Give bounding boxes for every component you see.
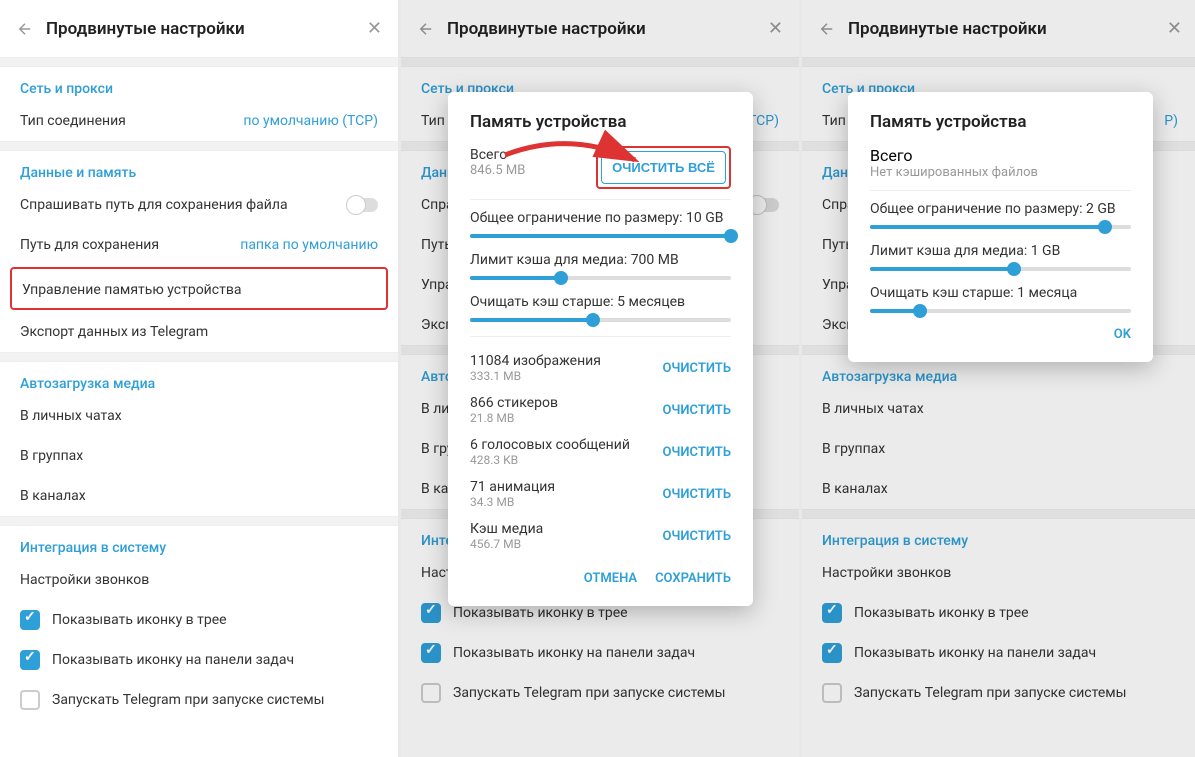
limit-size-label: Общее ограничение по размеру: 10 GB — [470, 210, 731, 226]
close-icon[interactable]: ✕ — [768, 18, 783, 39]
category-row: 6 голосовых сообщений428.3 KB ОЧИСТИТЬ — [470, 431, 731, 473]
storage-modal-empty: Память устройства Всего Нет кэшированных… — [848, 92, 1153, 362]
connection-type-value: по умолчанию (TCP) — [243, 113, 378, 129]
media-channels-row[interactable]: В каналах — [0, 476, 398, 516]
tray-checkbox[interactable] — [20, 610, 40, 630]
clear-button[interactable]: ОЧИСТИТЬ — [662, 445, 731, 460]
limit-age-slider[interactable] — [470, 318, 731, 322]
manage-memory-label: Управление памятью устройства — [22, 282, 241, 298]
manage-memory-row[interactable]: Управление памятью устройства — [10, 267, 388, 310]
limit-size-slider[interactable] — [470, 234, 731, 238]
category-size: 428.3 KB — [470, 453, 630, 467]
media-pm-row[interactable]: В личных чатах — [0, 396, 398, 436]
limit-media-label: Лимит кэша для медиа: 1 GB — [870, 243, 1131, 259]
category-size: 34.3 MB — [470, 495, 555, 509]
section-network: Сеть и прокси — [0, 67, 398, 101]
save-button[interactable]: СОХРАНИТЬ — [655, 571, 731, 586]
limit-media-slider[interactable] — [470, 276, 731, 280]
save-path-label: Путь для сохранения — [20, 237, 240, 253]
ask-path-label: Спрашивать путь для сохранения файла — [20, 197, 348, 213]
page-title: Продвинутые настройки — [46, 19, 367, 39]
category-size: 333.1 MB — [470, 369, 601, 383]
ask-path-toggle[interactable] — [348, 198, 378, 212]
page-title: Продвинутые настройки — [848, 19, 1167, 39]
category-label: 11084 изображения — [470, 353, 601, 369]
section-media: Автозагрузка медиа — [0, 362, 398, 396]
tray-row[interactable]: Показывать иконку в трее — [0, 600, 398, 640]
category-row: 866 стикеров21.8 MB ОЧИСТИТЬ — [470, 389, 731, 431]
back-icon[interactable] — [818, 20, 848, 38]
category-label: 6 голосовых сообщений — [470, 437, 630, 453]
ok-button[interactable]: OK — [1114, 327, 1131, 342]
page-title: Продвинутые настройки — [447, 19, 768, 39]
annotation-arrow — [500, 120, 650, 190]
category-size: 21.8 MB — [470, 411, 558, 425]
limit-age-slider[interactable] — [870, 309, 1131, 313]
clear-button[interactable]: ОЧИСТИТЬ — [662, 529, 731, 544]
connection-type-row[interactable]: Тип соединения по умолчанию (TCP) — [0, 101, 398, 141]
export-row[interactable]: Экспорт данных из Telegram — [0, 312, 398, 352]
back-icon[interactable] — [16, 20, 46, 38]
back-icon[interactable] — [417, 20, 447, 38]
connection-type-label: Тип соединения — [20, 113, 243, 129]
limit-media-label: Лимит кэша для медиа: 700 MB — [470, 252, 731, 268]
limit-age-label: Очищать кэш старше: 5 месяцев — [470, 294, 731, 310]
calls-row[interactable]: Настройки звонков — [0, 560, 398, 600]
category-row: Кэш медиа456.7 MB ОЧИСТИТЬ — [470, 515, 731, 557]
close-icon[interactable]: ✕ — [367, 18, 382, 39]
clear-button[interactable]: ОЧИСТИТЬ — [662, 403, 731, 418]
limit-size-label: Общее ограничение по размеру: 2 GB — [870, 201, 1131, 217]
taskbar-row[interactable]: Показывать иконку на панели задач — [0, 640, 398, 680]
category-label: Кэш медиа — [470, 521, 543, 537]
media-groups-row[interactable]: В группах — [0, 436, 398, 476]
total-label: Всего — [870, 146, 1131, 165]
section-data-memory: Данные и память — [0, 151, 398, 185]
no-cache-label: Нет кэшированных файлов — [870, 165, 1131, 180]
clear-button[interactable]: ОЧИСТИТЬ — [662, 487, 731, 502]
modal-title: Память устройства — [870, 112, 1131, 132]
export-label: Экспорт данных из Telegram — [20, 324, 378, 340]
category-label: 866 стикеров — [470, 395, 558, 411]
clear-button[interactable]: ОЧИСТИТЬ — [662, 361, 731, 376]
cancel-button[interactable]: ОТМЕНА — [584, 571, 637, 586]
section-system: Интеграция в систему — [0, 526, 398, 560]
limit-media-slider[interactable] — [870, 267, 1131, 271]
autostart-checkbox[interactable] — [20, 690, 40, 710]
category-label: 71 анимация — [470, 479, 555, 495]
limit-age-label: Очищать кэш старше: 1 месяца — [870, 285, 1131, 301]
save-path-value: папка по умолчанию — [240, 237, 378, 253]
taskbar-checkbox[interactable] — [20, 650, 40, 670]
category-row: 71 анимация34.3 MB ОЧИСТИТЬ — [470, 473, 731, 515]
close-icon[interactable]: ✕ — [1167, 18, 1182, 39]
autostart-row[interactable]: Запускать Telegram при запуске системы — [0, 680, 398, 720]
limit-size-slider[interactable] — [870, 225, 1131, 229]
save-path-row[interactable]: Путь для сохранения папка по умолчанию — [0, 225, 398, 265]
category-row: 11084 изображения333.1 MB ОЧИСТИТЬ — [470, 347, 731, 389]
ask-path-row[interactable]: Спрашивать путь для сохранения файла — [0, 185, 398, 225]
category-size: 456.7 MB — [470, 537, 543, 551]
